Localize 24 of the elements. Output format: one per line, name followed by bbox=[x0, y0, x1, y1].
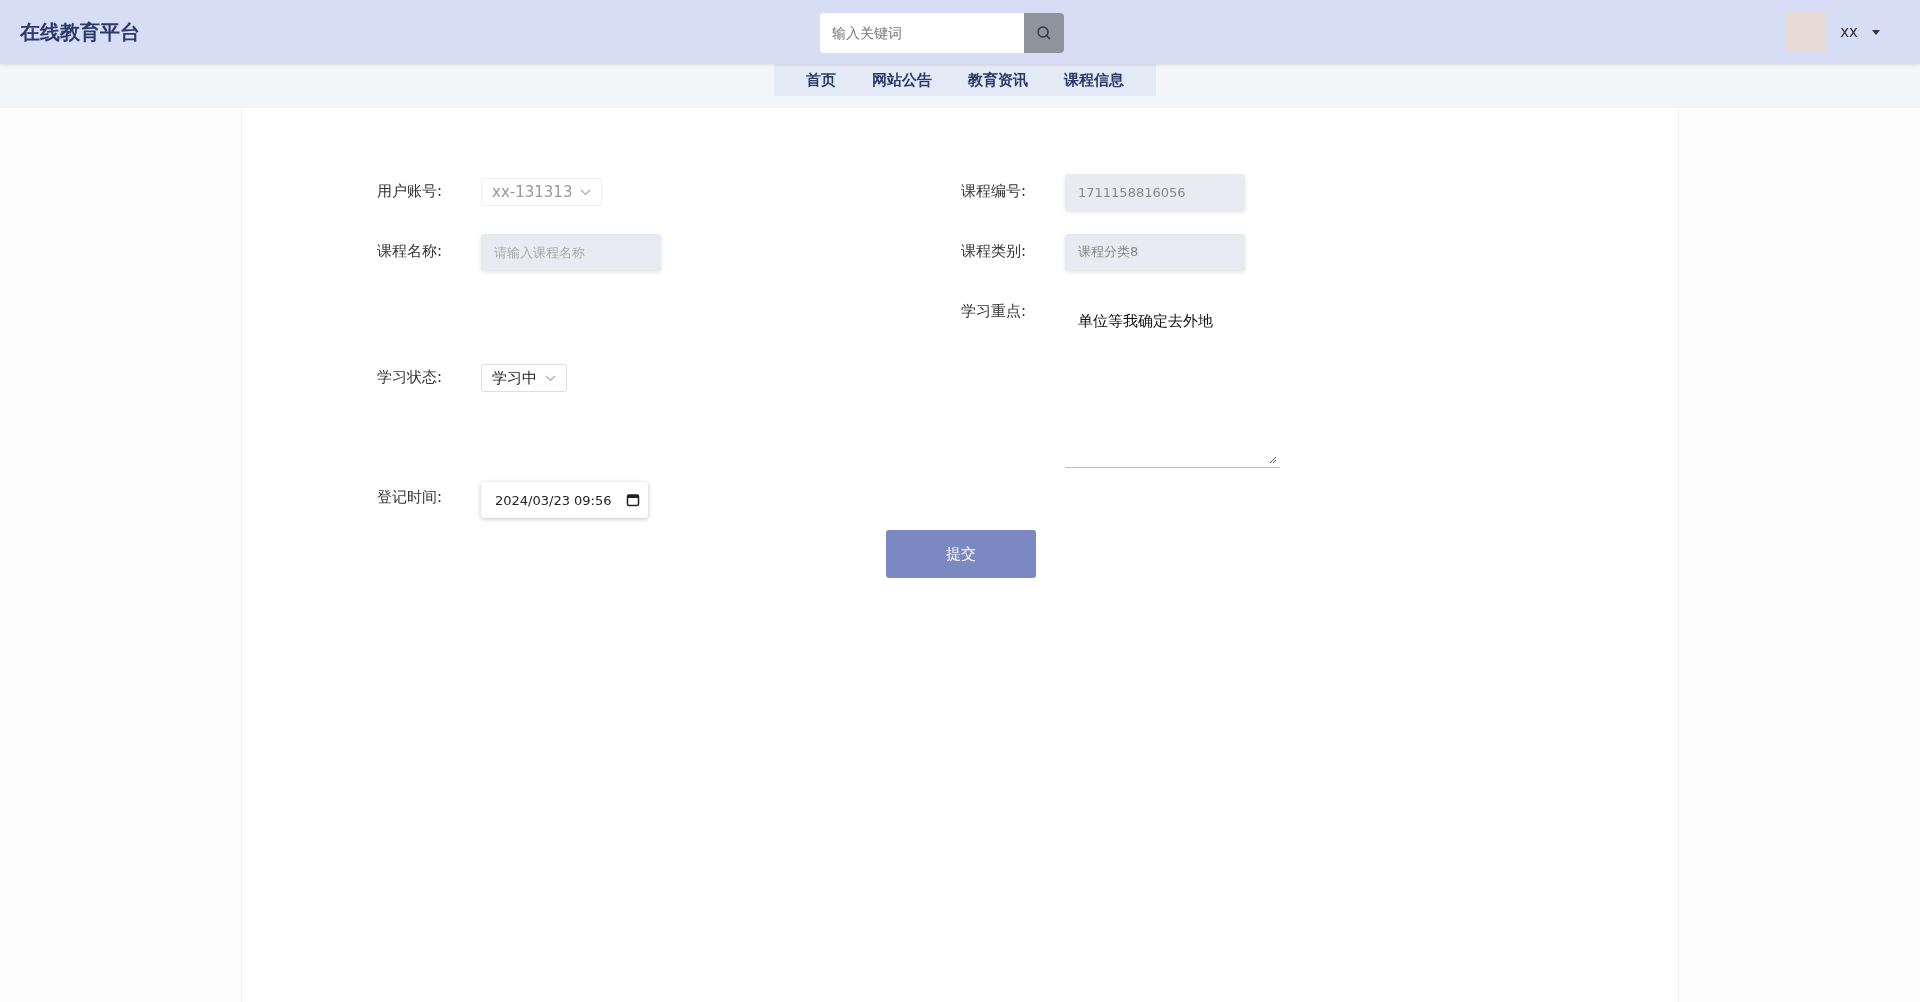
nav-link[interactable]: 课程信息 bbox=[1046, 70, 1142, 90]
date-field[interactable]: 2024/03/23 09:56 bbox=[481, 482, 648, 518]
site-title: 在线教育平台 bbox=[20, 18, 140, 46]
resize-grip-icon[interactable] bbox=[1268, 455, 1277, 464]
search-field[interactable]: 输入关键词 bbox=[820, 13, 1064, 53]
input-field[interactable]: 请输入课程名称 bbox=[481, 234, 661, 270]
caret-icon[interactable] bbox=[1872, 29, 1880, 35]
field-label: 学习重点: bbox=[961, 301, 1028, 321]
field-label: 登记时间: bbox=[377, 487, 444, 507]
search-button[interactable] bbox=[1024, 13, 1064, 53]
nav-link[interactable]: 首页 bbox=[788, 70, 854, 90]
field-label: 学习状态: bbox=[377, 367, 444, 387]
calendar-icon bbox=[625, 493, 640, 507]
field-label: 课程名称: bbox=[377, 241, 444, 261]
nav-link[interactable]: 教育资讯 bbox=[950, 70, 1046, 90]
nav-link[interactable]: 网站公告 bbox=[854, 70, 950, 90]
field-label: 课程编号: bbox=[961, 181, 1028, 201]
chevron-icon bbox=[580, 188, 592, 196]
field-label: 用户账号: bbox=[377, 181, 444, 201]
search-icon bbox=[1036, 25, 1052, 41]
user-name[interactable]: xx bbox=[1840, 23, 1858, 41]
select-field[interactable]: 学习中 bbox=[481, 364, 567, 392]
field-label: 课程类别: bbox=[961, 241, 1028, 261]
chevron-icon bbox=[545, 374, 556, 382]
